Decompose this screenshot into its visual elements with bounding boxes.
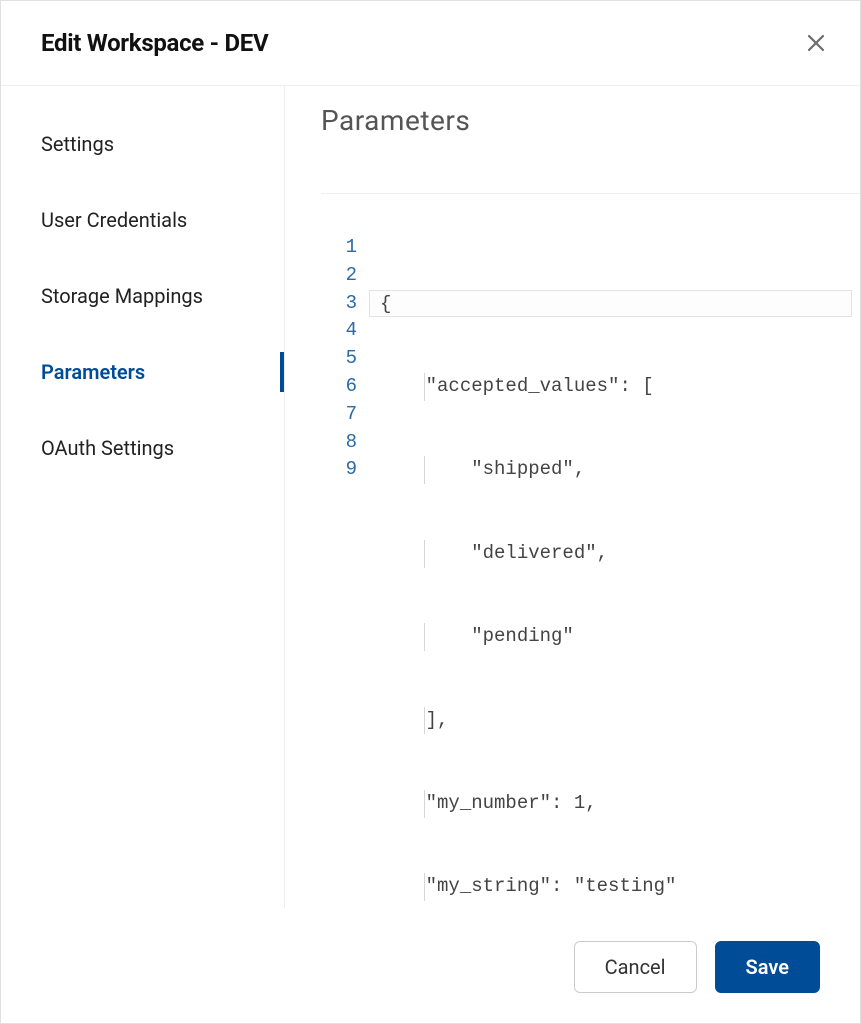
sidebar-item-label: Storage Mappings (41, 284, 203, 308)
sidebar-item-settings[interactable]: Settings (1, 106, 284, 182)
code-editor[interactable]: 1 2 3 4 5 6 7 8 9 { "accepted_values": [… (321, 234, 860, 908)
line-number: 3 (321, 290, 357, 318)
cancel-button[interactable]: Cancel (574, 941, 697, 993)
line-number: 6 (321, 373, 357, 401)
code-line: { (369, 290, 852, 318)
main-panel: Parameters 1 2 3 4 5 6 7 8 9 { "accepted… (285, 86, 860, 908)
sidebar: Settings User Credentials Storage Mappin… (1, 86, 285, 908)
editor-content[interactable]: { "accepted_values": [ "shipped", "deliv… (369, 234, 860, 908)
code-line: "pending" (369, 623, 860, 651)
code-line: "my_string": "testing" (369, 873, 860, 901)
code-line: "accepted_values": [ (369, 373, 860, 401)
save-button[interactable]: Save (715, 941, 820, 993)
close-icon (806, 33, 826, 53)
line-number: 4 (321, 317, 357, 345)
line-number: 7 (321, 401, 357, 429)
line-number: 2 (321, 262, 357, 290)
sidebar-item-storage-mappings[interactable]: Storage Mappings (1, 258, 284, 334)
line-number: 8 (321, 429, 357, 457)
sidebar-item-label: OAuth Settings (41, 436, 174, 460)
line-number: 1 (321, 234, 357, 262)
dialog-footer: Cancel Save (1, 911, 860, 1023)
code-line: "shipped", (369, 456, 860, 484)
sidebar-item-label: Parameters (41, 360, 145, 384)
sidebar-item-label: Settings (41, 132, 114, 156)
editor-gutter: 1 2 3 4 5 6 7 8 9 (321, 234, 369, 908)
dialog-body: Settings User Credentials Storage Mappin… (1, 86, 860, 908)
code-line: "delivered", (369, 540, 860, 568)
sidebar-item-oauth-settings[interactable]: OAuth Settings (1, 410, 284, 486)
dialog-title: Edit Workspace - DEV (41, 29, 268, 57)
sidebar-item-label: User Credentials (41, 208, 187, 232)
dialog-header: Edit Workspace - DEV (1, 1, 860, 86)
close-button[interactable] (804, 31, 828, 55)
code-line: "my_number": 1, (369, 790, 860, 818)
sidebar-item-user-credentials[interactable]: User Credentials (1, 182, 284, 258)
sidebar-item-parameters[interactable]: Parameters (1, 334, 284, 410)
line-number: 5 (321, 345, 357, 373)
code-line: ], (369, 707, 860, 735)
line-number: 9 (321, 456, 357, 484)
panel-title: Parameters (321, 104, 860, 194)
